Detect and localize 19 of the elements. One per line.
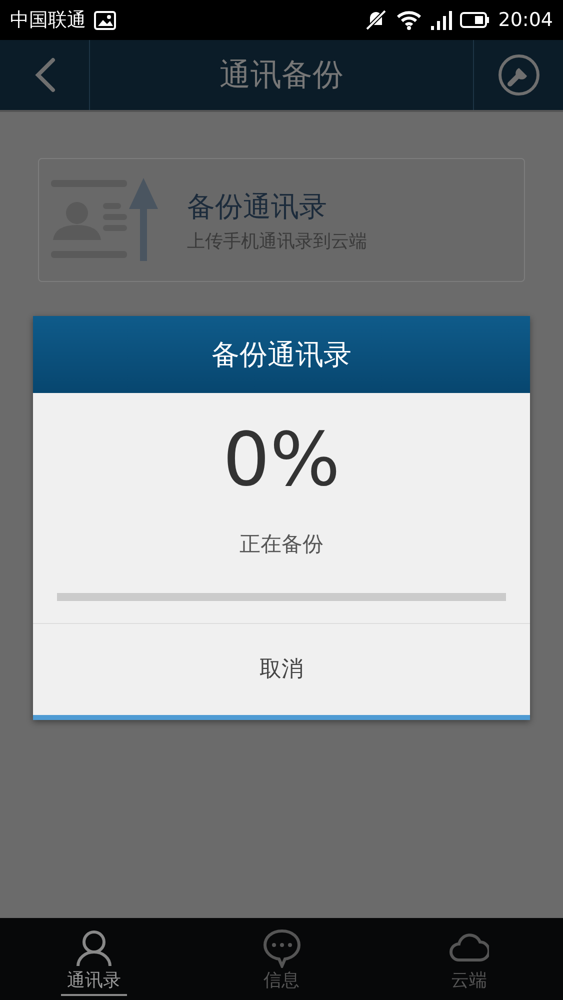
signal-icon [430, 10, 452, 30]
card-title: 备份通讯录 [187, 188, 328, 224]
tab[interactable]: 信息 [188, 918, 376, 1000]
muted-bell-icon [364, 9, 388, 31]
progress-percent: 0% [222, 423, 340, 497]
chat-bubble-icon [262, 928, 302, 968]
dialog-title: 备份通讯录 [33, 316, 530, 393]
page-title: 通讯备份 [220, 56, 344, 93]
wifi-icon [396, 10, 422, 30]
person-icon [74, 928, 114, 968]
progress-status: 正在备份 [240, 531, 324, 558]
cancel-button[interactable]: 取消 [33, 622, 530, 714]
tab[interactable]: 通讯录 [0, 918, 188, 1000]
battery-icon [460, 11, 490, 29]
back-icon[interactable] [34, 57, 56, 93]
image-icon [94, 10, 116, 30]
carrier-name: 中国联通 [10, 8, 86, 33]
clock-time: 20:04 [498, 8, 553, 33]
tab[interactable]: 云端 [375, 918, 563, 1000]
